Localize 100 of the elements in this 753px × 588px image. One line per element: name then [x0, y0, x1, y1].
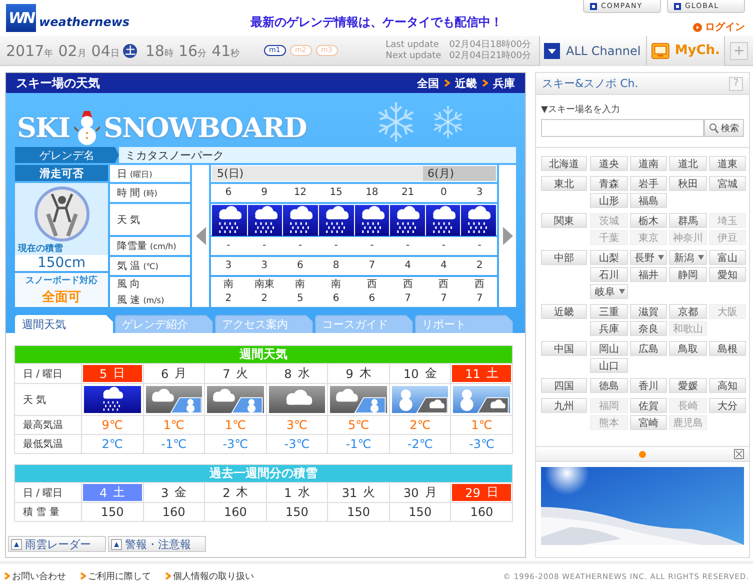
logo-mark: WN — [6, 4, 36, 32]
region-button[interactable]: 東北 — [541, 176, 587, 191]
triangle-up-icon — [111, 538, 122, 550]
prefecture-button[interactable]: 福井 — [630, 267, 667, 282]
prefecture-button[interactable]: 富山 — [708, 250, 746, 265]
prefecture-button[interactable]: 道央 — [590, 156, 628, 171]
temperature-cell-text: 4 — [440, 259, 448, 273]
breadcrumb-link[interactable]: 全国 — [417, 76, 439, 90]
row-header: 最高気温 — [15, 416, 81, 434]
triangle-left-icon — [196, 227, 206, 245]
prefecture-button[interactable]: 山形 — [590, 193, 628, 208]
prefecture-button[interactable]: 道東 — [708, 156, 746, 171]
prefecture-button[interactable]: 石川 — [590, 267, 628, 282]
chevron-icon — [4, 572, 10, 580]
prefecture-button[interactable]: 青森 — [590, 176, 628, 191]
prefecture-button[interactable]: 山口 — [590, 358, 628, 373]
footer-link[interactable]: ご利用に際して — [80, 570, 151, 582]
prefecture-button[interactable]: 奈良 — [630, 321, 667, 336]
footer-link[interactable]: 個人情報の取り扱い — [165, 570, 254, 582]
next-button[interactable] — [499, 165, 516, 307]
date-cell: 5 日 — [82, 364, 143, 383]
prefecture-button[interactable]: 佐賀 — [630, 398, 667, 413]
prefecture-button[interactable]: 長野 — [630, 250, 667, 265]
prefecture-button[interactable]: 道北 — [669, 156, 706, 171]
prefecture-button[interactable]: 道南 — [630, 156, 667, 171]
snowman-cloud-icon — [392, 386, 448, 413]
high-temp-cell: 1℃ — [205, 416, 266, 434]
low-temp-cell: 2℃ — [82, 435, 143, 453]
all-channel-button[interactable]: ALL Channel — [539, 36, 647, 66]
prefecture-button[interactable]: 三重 — [590, 304, 628, 319]
update-time: 02月04日21時00分 — [449, 50, 531, 62]
snowboard-status: 全面可 — [42, 289, 81, 306]
region-button[interactable]: 四国 — [541, 378, 587, 393]
region-button[interactable]: 近畿 — [541, 304, 587, 319]
prefecture-button[interactable]: 秋田 — [669, 176, 706, 191]
hour-cell-text: 0 — [440, 186, 448, 200]
expand-icon — [734, 449, 744, 459]
time-text: 18時 16分 41秒 — [145, 42, 241, 60]
snowfall-cell-text: - — [405, 239, 411, 253]
search-field[interactable] — [541, 119, 704, 137]
high-temp-cell: 3℃ — [266, 416, 328, 434]
breadcrumb-link[interactable]: 近畿 — [455, 76, 477, 90]
prefecture-button[interactable]: 新潟 — [669, 250, 706, 265]
snowfall-cell-text: - — [476, 239, 482, 253]
prefecture-button[interactable]: 広島 — [630, 341, 667, 356]
prefecture-button[interactable]: 兵庫 — [590, 321, 628, 336]
quick-link[interactable]: 雨雲レーダー — [8, 536, 106, 552]
prefecture-button[interactable]: 宮崎 — [630, 415, 667, 430]
prefecture-button[interactable]: 徳島 — [590, 378, 628, 393]
prefecture-button[interactable]: 栃木 — [630, 213, 667, 228]
prefecture-button[interactable]: 愛知 — [708, 267, 746, 282]
hour-cell-text: 12 — [292, 186, 308, 200]
cloud-snowman-icon — [207, 386, 264, 413]
prefecture-button[interactable]: 福島 — [630, 193, 667, 208]
prefecture-button[interactable]: 山梨 — [590, 250, 628, 265]
caret-icon — [618, 288, 626, 295]
tab[interactable]: 週間天気 — [15, 315, 113, 333]
prefecture-button[interactable]: 香川 — [630, 378, 667, 393]
prefecture-button[interactable]: 愛媛 — [669, 378, 706, 393]
snowboard-label: スノーボード対応 — [26, 274, 98, 287]
promo-text: 最新のゲレンデ情報は、ケータイでも配信中！ — [249, 14, 504, 30]
row-header: 最低気温 — [15, 435, 81, 453]
date-cell: 7 火 — [205, 364, 266, 383]
breadcrumb-link[interactable]: 兵庫 — [493, 76, 515, 90]
triangle-up-icon — [11, 538, 22, 550]
rain-cloud-icon — [84, 386, 141, 413]
prefecture-button[interactable]: 岐阜 — [590, 284, 628, 299]
prefecture-button[interactable]: 岡山 — [590, 341, 628, 356]
region-button[interactable]: 北海道 — [541, 156, 587, 171]
prefecture-button[interactable]: 島根 — [708, 341, 746, 356]
prefecture-button[interactable]: 大分 — [708, 398, 746, 413]
previous-button[interactable] — [192, 165, 209, 307]
row-label: 日 (曜日) — [117, 168, 154, 180]
update-label: Next update — [386, 50, 442, 62]
prefecture-button[interactable]: 静岡 — [669, 267, 706, 282]
prefecture-button[interactable]: 宮城 — [708, 176, 746, 191]
footer-link[interactable]: お問い合わせ — [4, 570, 66, 582]
region-button[interactable]: 中国 — [541, 341, 587, 356]
low-temp-cell: -2℃ — [390, 435, 450, 453]
prefecture-button[interactable]: 群馬 — [669, 213, 706, 228]
low-temp-cell: -1℃ — [144, 435, 204, 453]
quick-link[interactable]: 警報・注意報 — [108, 536, 206, 552]
hour-cell-text: 18 — [364, 186, 380, 200]
prefecture-button[interactable]: 京都 — [669, 304, 706, 319]
prefecture-button[interactable]: 高知 — [708, 378, 746, 393]
prefecture-button[interactable]: 鳥取 — [669, 341, 706, 356]
snowfall-cell-text: - — [440, 239, 446, 253]
search-button[interactable]: 検索 — [704, 119, 744, 137]
snow-depth-cell: 150 — [82, 503, 143, 521]
high-temp-cell: 2℃ — [390, 416, 450, 434]
snow-depth-cell: 160 — [144, 503, 204, 521]
temperature-cell-text: 2 — [475, 259, 484, 273]
prefecture-button[interactable]: 岩手 — [630, 176, 667, 191]
prefecture-button[interactable]: 滋賀 — [630, 304, 667, 319]
snowfall-cell-text: - — [333, 239, 339, 253]
region-button[interactable]: 九州 — [541, 398, 587, 413]
date-cell: 4 土 — [82, 483, 143, 502]
hour-cell-text: 21 — [400, 186, 416, 200]
region-button[interactable]: 関東 — [541, 213, 587, 228]
region-button[interactable]: 中部 — [541, 250, 587, 265]
